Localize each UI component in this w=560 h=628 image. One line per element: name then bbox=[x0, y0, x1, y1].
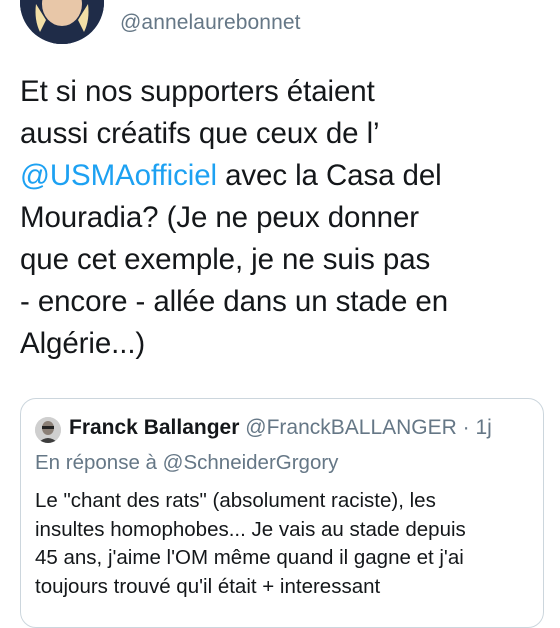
quoted-tweet-card[interactable]: Franck Ballanger @FranckBALLANGER · 1j E… bbox=[20, 398, 544, 628]
tweet-line: aussi créatifs que ceux de l’ bbox=[20, 117, 380, 150]
tweet-header: @annelaurebonnet bbox=[0, 0, 560, 60]
avatar[interactable] bbox=[20, 0, 104, 44]
usma-mention-link[interactable]: @USMAofficiel bbox=[20, 159, 217, 192]
quoted-line: 45 ans, j'aime l'OM même quand il gagne … bbox=[35, 546, 464, 569]
tweet-line: Et si nos supporters étaient bbox=[20, 75, 375, 108]
tweet-line: Algérie...) bbox=[20, 327, 146, 360]
reply-mention-link[interactable]: @SchneiderGrgory bbox=[163, 451, 339, 474]
author-handle[interactable]: @annelaurebonnet bbox=[120, 11, 301, 35]
quoted-header: Franck Ballanger @FranckBALLANGER · 1j bbox=[69, 416, 492, 440]
quoted-line: toujours trouvé qu'il était + interessan… bbox=[35, 574, 381, 598]
quoted-avatar[interactable] bbox=[35, 417, 61, 443]
separator-dot: · bbox=[462, 416, 470, 439]
reply-context: En réponse à @SchneiderGrgory bbox=[35, 451, 338, 475]
quoted-line: insultes homophobes... Je vais au stade … bbox=[35, 517, 466, 541]
tweet-line: Mouradia? (Je ne peux donner bbox=[20, 201, 419, 234]
tweet-line: - encore - allée dans un stade en bbox=[20, 285, 449, 318]
tweet-line: que cet exemple, je ne suis pas bbox=[20, 243, 431, 276]
tweet-text: Et si nos supporters étaient aussi créat… bbox=[20, 71, 545, 365]
quoted-author-name[interactable]: Franck Ballanger bbox=[69, 416, 239, 439]
tweet-line: @USMAofficiel avec la Casa del bbox=[20, 155, 545, 197]
quoted-line: Le "chant des rats" (absolument raciste)… bbox=[35, 489, 436, 512]
tweet-line-rest: avec la Casa del bbox=[225, 159, 442, 192]
reply-prefix: En réponse à bbox=[35, 451, 157, 474]
quoted-text: Le "chant des rats" (absolument raciste)… bbox=[35, 487, 535, 601]
quoted-author-handle[interactable]: @FranckBALLANGER bbox=[245, 416, 457, 439]
quoted-timestamp[interactable]: 1j bbox=[476, 416, 492, 439]
